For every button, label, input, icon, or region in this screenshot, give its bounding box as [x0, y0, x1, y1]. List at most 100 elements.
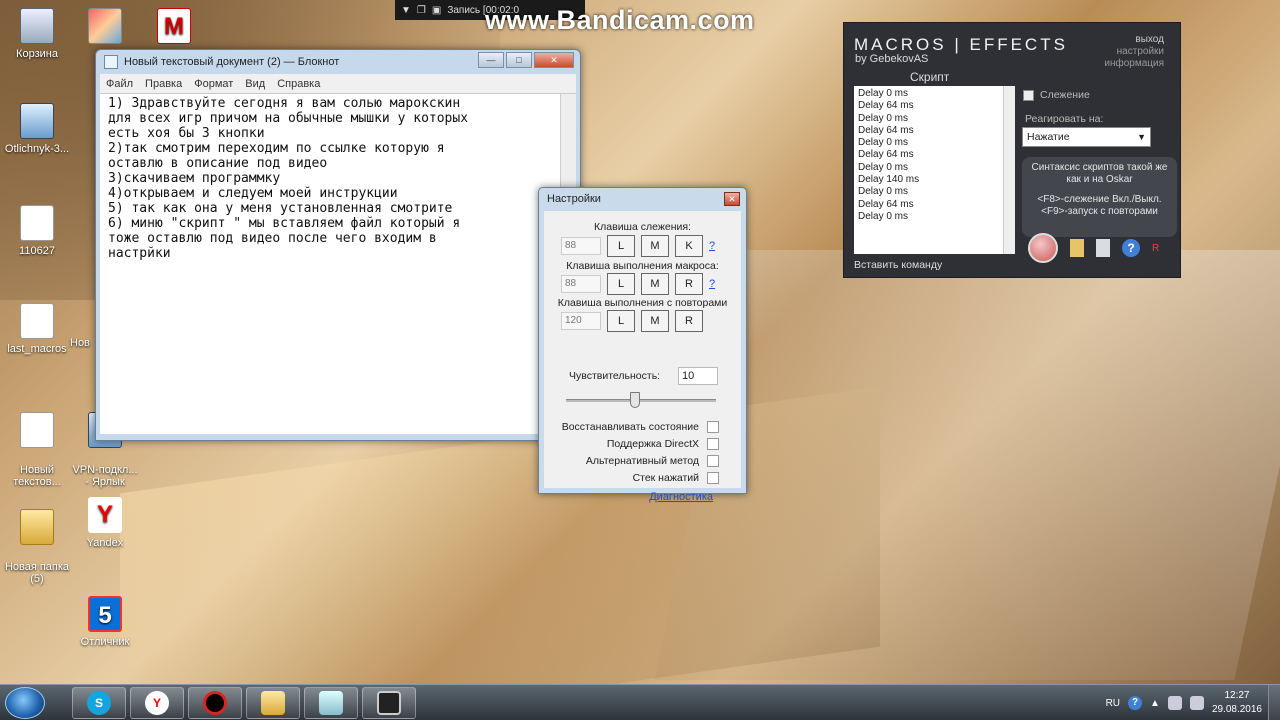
script-line[interactable]: Delay 64 ms: [858, 125, 1011, 137]
tracking-m-button[interactable]: M: [641, 235, 669, 257]
repeat-l-button[interactable]: L: [607, 310, 635, 332]
script-line[interactable]: Delay 0 ms: [858, 186, 1011, 198]
menu-format[interactable]: Формат: [194, 78, 233, 90]
checkbox[interactable]: [707, 455, 719, 467]
desktop-icon-new-text[interactable]: Новый текстов...: [0, 400, 74, 500]
desktop-icon-last-macros[interactable]: last_macros: [0, 303, 74, 355]
syntax-line: <F9>-запуск с повторами: [1041, 206, 1158, 217]
macro-key-field[interactable]: 88: [561, 275, 601, 293]
script-line[interactable]: Delay 0 ms: [858, 88, 1011, 100]
script-line[interactable]: Delay 0 ms: [858, 137, 1011, 149]
help-icon[interactable]: ?: [1122, 239, 1140, 257]
script-line[interactable]: Delay 0 ms: [858, 113, 1011, 125]
option-alt-method[interactable]: Альтернативный метод: [586, 455, 719, 467]
document-icon: [20, 412, 54, 448]
network-icon[interactable]: [1167, 696, 1182, 710]
react-select-value: Нажатие: [1027, 131, 1070, 143]
tracking-help-link[interactable]: ?: [709, 240, 715, 252]
macro-help-link[interactable]: ?: [709, 278, 715, 290]
clock[interactable]: 12:27 29.08.2016: [1212, 689, 1262, 717]
taskbar-yandex[interactable]: Y: [130, 687, 184, 719]
fullscreen-icon[interactable]: ▣: [432, 5, 441, 16]
dropdown-icon[interactable]: ▼: [401, 5, 411, 16]
script-line[interactable]: Delay 64 ms: [858, 149, 1011, 161]
script-scrollbar[interactable]: [1003, 86, 1015, 254]
option-press-stack[interactable]: Стек нажатий: [633, 472, 719, 484]
window-icon[interactable]: ❐: [417, 5, 426, 16]
save-file-icon[interactable]: [1096, 239, 1110, 257]
script-line[interactable]: Delay 64 ms: [858, 199, 1011, 211]
script-line[interactable]: Delay 64 ms: [858, 100, 1011, 112]
record-button[interactable]: [1028, 233, 1058, 263]
menu-settings[interactable]: настройки: [1104, 46, 1164, 58]
start-button[interactable]: [5, 687, 45, 719]
script-line[interactable]: Delay 140 ms: [858, 174, 1011, 186]
desktop-icon-otlichnik[interactable]: 5 Отличник: [68, 596, 142, 648]
tracking-key-field[interactable]: 88: [561, 237, 601, 255]
checkbox[interactable]: [707, 472, 719, 484]
show-desktop-button[interactable]: [1268, 685, 1280, 720]
maximize-button[interactable]: □: [506, 52, 532, 68]
tracking-k-button[interactable]: K: [675, 235, 703, 257]
checkbox[interactable]: [707, 421, 719, 433]
syntax-line: как и на Oskar: [1066, 174, 1133, 185]
settings-titlebar[interactable]: Настройки: [539, 188, 746, 210]
settings-body: Клавиша слежения: 88 L M K ? Клавиша вып…: [544, 211, 741, 503]
menu-view[interactable]: Вид: [245, 78, 265, 90]
menu-exit[interactable]: выход: [1104, 34, 1164, 46]
open-folder-icon[interactable]: [1070, 239, 1084, 257]
sensitivity-slider-track[interactable]: [566, 399, 716, 402]
volume-icon[interactable]: [1189, 696, 1204, 710]
option-restore-state[interactable]: Восстанавливать состояние: [562, 421, 719, 433]
desktop-icon-picture[interactable]: [68, 8, 142, 48]
macros-toolbar: ? R: [1028, 233, 1159, 263]
notepad-text-area[interactable]: 1) Здравствуйте сегодня я вам солью маро…: [100, 94, 576, 434]
close-button[interactable]: ✕: [534, 52, 574, 68]
desktop-icon-mcafee[interactable]: M: [137, 8, 211, 48]
notepad-window[interactable]: Новый текстовый документ (2) — Блокнот —…: [95, 49, 581, 441]
minimize-button[interactable]: —: [478, 52, 504, 68]
repeat-r-button[interactable]: R: [675, 310, 703, 332]
sensitivity-input[interactable]: 10: [678, 367, 718, 385]
menu-edit[interactable]: Правка: [145, 78, 182, 90]
desktop-icon-new-folder[interactable]: Новая папка (5): [0, 497, 74, 597]
macros-menu: выход настройки информация: [1104, 34, 1164, 70]
menu-help[interactable]: Справка: [277, 78, 320, 90]
desktop-icon-yandex[interactable]: Y Yandex: [68, 497, 142, 549]
script-list[interactable]: Delay 0 ms Delay 64 ms Delay 0 ms Delay …: [854, 86, 1015, 254]
desktop-icon-110627[interactable]: 110627: [0, 205, 74, 257]
desktop-icon-recycle-bin[interactable]: Корзина: [0, 8, 74, 60]
taskbar-macros[interactable]: [362, 687, 416, 719]
settings-dialog[interactable]: Настройки ✕ Клавиша слежения: 88 L M K ?…: [538, 187, 747, 503]
settings-close-button[interactable]: ✕: [724, 192, 740, 206]
menu-file[interactable]: Файл: [106, 78, 133, 90]
system-tray: RU ? ▲ 12:27 29.08.2016: [1106, 685, 1280, 720]
tracking-checkbox[interactable]: [1023, 89, 1034, 101]
help-icon[interactable]: ?: [1128, 696, 1143, 710]
diagnostics-link[interactable]: Диагностика: [649, 491, 713, 503]
macro-m-button[interactable]: M: [641, 273, 669, 295]
react-select[interactable]: Нажатие ▼: [1022, 127, 1151, 147]
repeat-key-field[interactable]: 120: [561, 312, 601, 330]
desktop-icon-otlichnyk[interactable]: Otlichnyk-3...: [0, 103, 74, 155]
taskbar-notepad[interactable]: [304, 687, 358, 719]
taskbar-bandicam[interactable]: [188, 687, 242, 719]
tracking-l-button[interactable]: L: [607, 235, 635, 257]
macros-effects-window[interactable]: MACROS | EFFECTS by GebekovAS выход наст…: [843, 22, 1181, 278]
script-line[interactable]: Delay 0 ms: [858, 162, 1011, 174]
checkbox[interactable]: [707, 438, 719, 450]
taskbar-explorer[interactable]: [246, 687, 300, 719]
menu-info[interactable]: информация: [1104, 58, 1164, 70]
expand-tray-icon[interactable]: ▲: [1150, 698, 1160, 709]
sensitivity-slider-thumb[interactable]: [630, 392, 640, 408]
insert-command-button[interactable]: Вставить команду: [854, 259, 942, 271]
language-indicator[interactable]: RU: [1106, 698, 1120, 709]
script-line[interactable]: Delay 0 ms: [858, 211, 1011, 223]
taskbar-skype[interactable]: S: [72, 687, 126, 719]
option-directx[interactable]: Поддержка DirectX: [607, 438, 719, 450]
macro-l-button[interactable]: L: [607, 273, 635, 295]
option-label: Поддержка DirectX: [606, 438, 699, 450]
macro-r-button[interactable]: R: [675, 273, 703, 295]
tracking-toggle[interactable]: Слежение: [1023, 89, 1090, 101]
repeat-m-button[interactable]: M: [641, 310, 669, 332]
